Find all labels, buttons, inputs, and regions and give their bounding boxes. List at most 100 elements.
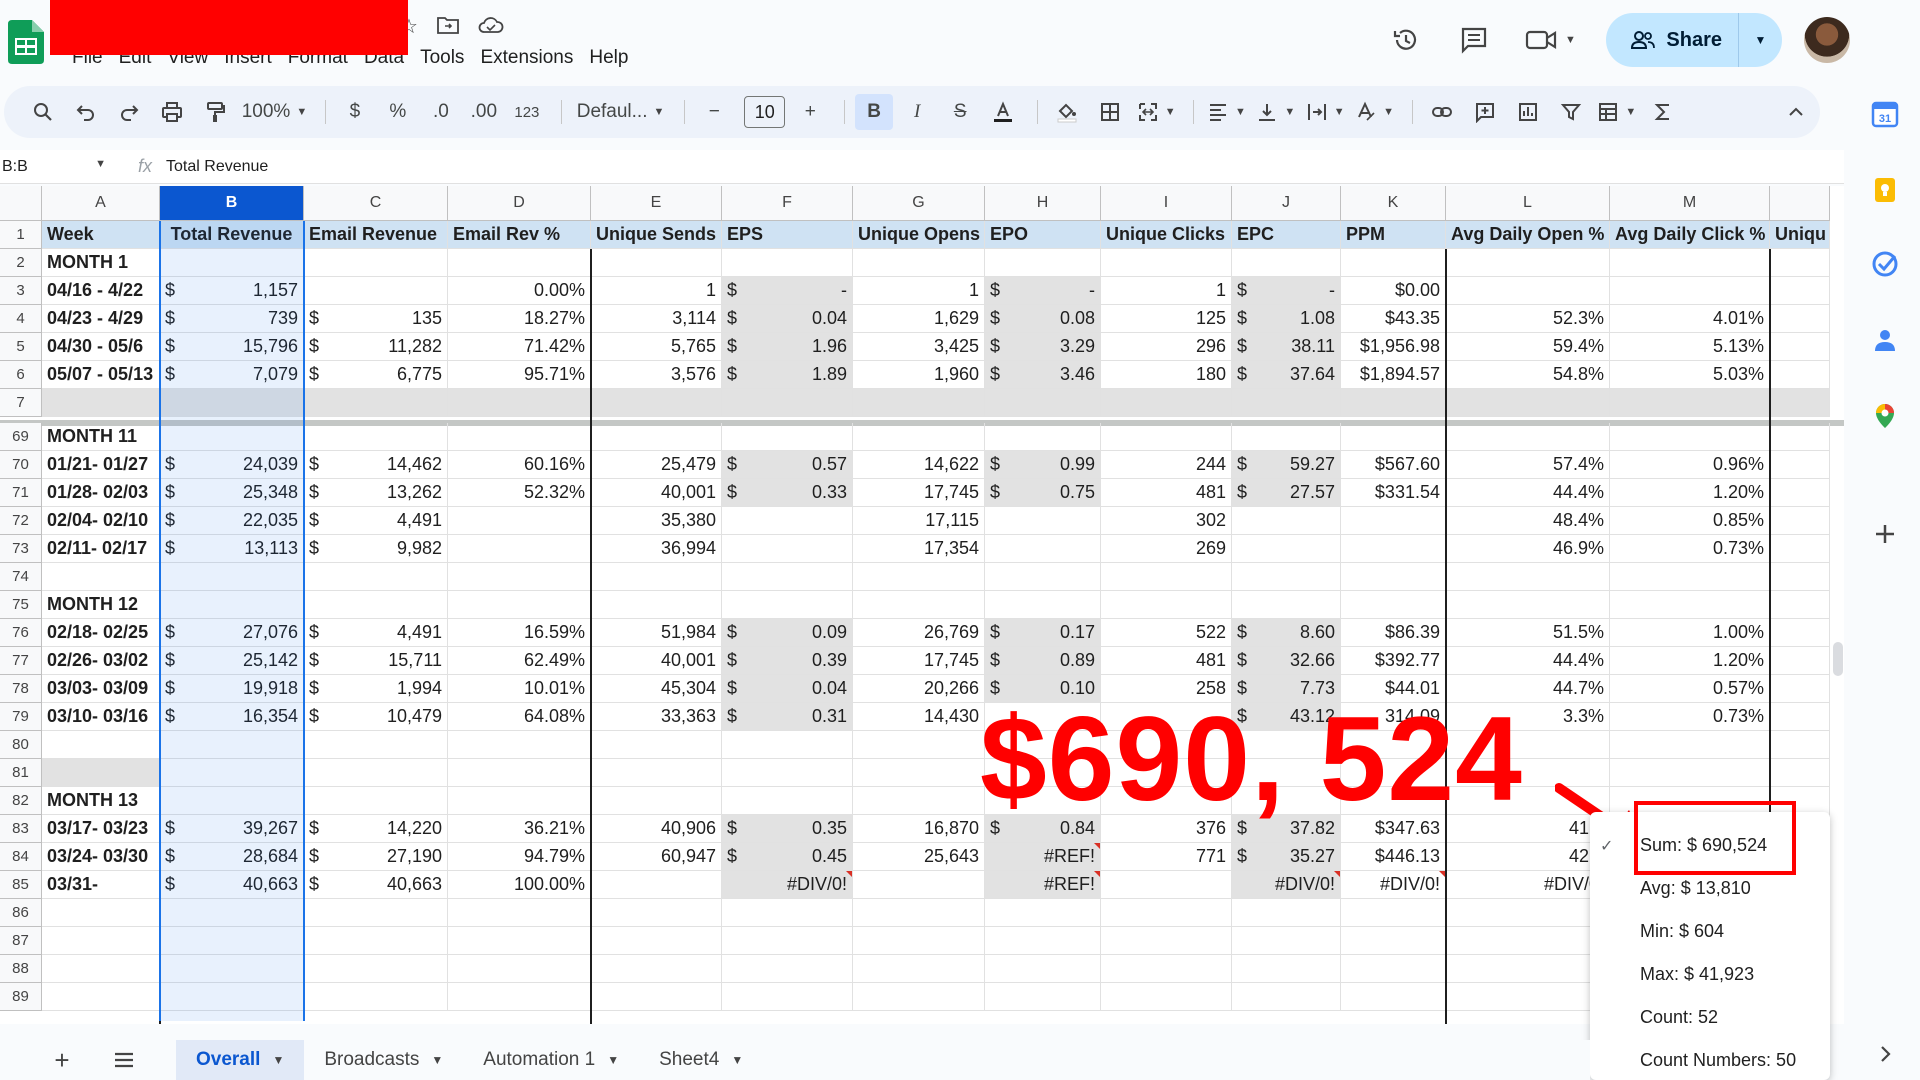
cell[interactable]: 03/31- xyxy=(42,871,160,899)
cell[interactable]: 05/07 - 05/13 xyxy=(42,361,160,389)
cell[interactable] xyxy=(448,389,591,417)
cell[interactable] xyxy=(1446,955,1610,983)
cell[interactable]: $39,267 xyxy=(160,815,304,843)
cell[interactable] xyxy=(160,389,304,417)
header-cell[interactable]: EPS xyxy=(722,221,853,249)
add-addon-icon[interactable] xyxy=(1871,520,1899,548)
text-wrap-icon[interactable]: ▼ xyxy=(1303,94,1347,130)
row-header[interactable]: 76 xyxy=(0,619,42,647)
cell[interactable]: #DIV/0! xyxy=(1341,871,1446,899)
cell[interactable] xyxy=(160,563,304,591)
merge-cells-icon[interactable]: ▼ xyxy=(1134,94,1178,130)
cell[interactable] xyxy=(1446,899,1610,927)
cell[interactable] xyxy=(448,563,591,591)
row-header[interactable]: 83 xyxy=(0,815,42,843)
cell[interactable]: 25,643 xyxy=(853,843,985,871)
cell[interactable]: 59.4% xyxy=(1446,333,1610,361)
cell[interactable] xyxy=(1770,389,1830,417)
cell[interactable] xyxy=(160,249,304,277)
formula-input[interactable]: Total Revenue xyxy=(166,158,268,176)
cell[interactable] xyxy=(591,927,722,955)
cell[interactable] xyxy=(304,249,448,277)
cell[interactable]: 95.71% xyxy=(448,361,591,389)
cell[interactable] xyxy=(853,389,985,417)
maps-icon[interactable] xyxy=(1871,402,1899,430)
cell[interactable] xyxy=(722,507,853,535)
tab-overall[interactable]: Overall ▼ xyxy=(176,1040,305,1080)
chevron-down-icon[interactable]: ▼ xyxy=(431,1053,443,1067)
insert-chart-icon[interactable] xyxy=(1509,94,1547,130)
cell[interactable] xyxy=(1232,507,1341,535)
cell[interactable]: 02/26- 03/02 xyxy=(42,647,160,675)
cell[interactable] xyxy=(1341,563,1446,591)
chevron-down-icon[interactable]: ▼ xyxy=(272,1053,284,1067)
cell[interactable]: $32.66 xyxy=(1232,647,1341,675)
cell[interactable] xyxy=(985,563,1101,591)
cell[interactable] xyxy=(1341,983,1446,1011)
cell[interactable] xyxy=(1232,591,1341,619)
cell[interactable]: 17,115 xyxy=(853,507,985,535)
cell[interactable] xyxy=(853,927,985,955)
cell[interactable] xyxy=(985,955,1101,983)
cell[interactable] xyxy=(448,249,591,277)
cell[interactable] xyxy=(448,507,591,535)
header-cell[interactable]: EPO xyxy=(985,221,1101,249)
cell[interactable] xyxy=(722,591,853,619)
row-header[interactable]: 2 xyxy=(0,249,42,277)
cell[interactable]: $11,282 xyxy=(304,333,448,361)
cell[interactable]: 481 xyxy=(1101,479,1232,507)
align-left-icon[interactable]: ▼ xyxy=(1204,94,1248,130)
cell[interactable]: $567.60 xyxy=(1341,451,1446,479)
cell[interactable] xyxy=(1341,535,1446,563)
header-cell[interactable]: Avg Daily Click % xyxy=(1610,221,1770,249)
text-color-icon[interactable] xyxy=(984,94,1022,130)
cell[interactable]: 5,765 xyxy=(591,333,722,361)
cell[interactable]: MONTH 12 xyxy=(42,591,160,619)
cell[interactable]: 269 xyxy=(1101,535,1232,563)
cell[interactable] xyxy=(1232,563,1341,591)
cell[interactable] xyxy=(160,731,304,759)
row-header[interactable]: 87 xyxy=(0,927,42,955)
cell[interactable] xyxy=(1101,955,1232,983)
column-header-f[interactable]: F xyxy=(722,186,853,221)
row-header[interactable]: 4 xyxy=(0,305,42,333)
cell[interactable]: 17,354 xyxy=(853,535,985,563)
cell[interactable] xyxy=(985,389,1101,417)
cell[interactable]: 03/10- 03/16 xyxy=(42,703,160,731)
cell[interactable] xyxy=(1341,927,1446,955)
cell[interactable] xyxy=(1101,899,1232,927)
cell[interactable]: 40,001 xyxy=(591,647,722,675)
column-header-b[interactable]: B xyxy=(160,186,304,221)
cell[interactable]: 1 xyxy=(591,277,722,305)
cell[interactable] xyxy=(448,535,591,563)
cell[interactable] xyxy=(1770,361,1830,389)
cell[interactable] xyxy=(42,983,160,1011)
cell[interactable] xyxy=(853,899,985,927)
cell[interactable]: 44.4% xyxy=(1446,479,1610,507)
cell[interactable]: 3,114 xyxy=(591,305,722,333)
cell[interactable] xyxy=(1770,591,1830,619)
cell[interactable]: $0.89 xyxy=(985,647,1101,675)
column-header-a[interactable]: A xyxy=(42,186,160,221)
cell[interactable]: 25,479 xyxy=(591,451,722,479)
cell[interactable] xyxy=(304,563,448,591)
cell[interactable]: 0.00% xyxy=(448,277,591,305)
cell[interactable] xyxy=(1101,249,1232,277)
cell[interactable]: $1,157 xyxy=(160,277,304,305)
row-header[interactable]: 88 xyxy=(0,955,42,983)
cell[interactable] xyxy=(160,591,304,619)
cell[interactable]: 3,425 xyxy=(853,333,985,361)
cell[interactable]: $0.00 xyxy=(1341,277,1446,305)
expand-panel-icon[interactable] xyxy=(1871,1040,1899,1068)
cell[interactable]: #DIV/0! xyxy=(1232,871,1341,899)
fill-color-icon[interactable] xyxy=(1048,94,1086,130)
cell[interactable] xyxy=(448,983,591,1011)
cell[interactable] xyxy=(1770,731,1830,759)
cell[interactable] xyxy=(853,787,985,815)
insert-comment-icon[interactable] xyxy=(1466,94,1504,130)
cell[interactable] xyxy=(1446,389,1610,417)
row-header[interactable]: 77 xyxy=(0,647,42,675)
cell[interactable] xyxy=(1341,423,1446,451)
cell[interactable]: $40,663 xyxy=(304,871,448,899)
cell[interactable] xyxy=(42,563,160,591)
